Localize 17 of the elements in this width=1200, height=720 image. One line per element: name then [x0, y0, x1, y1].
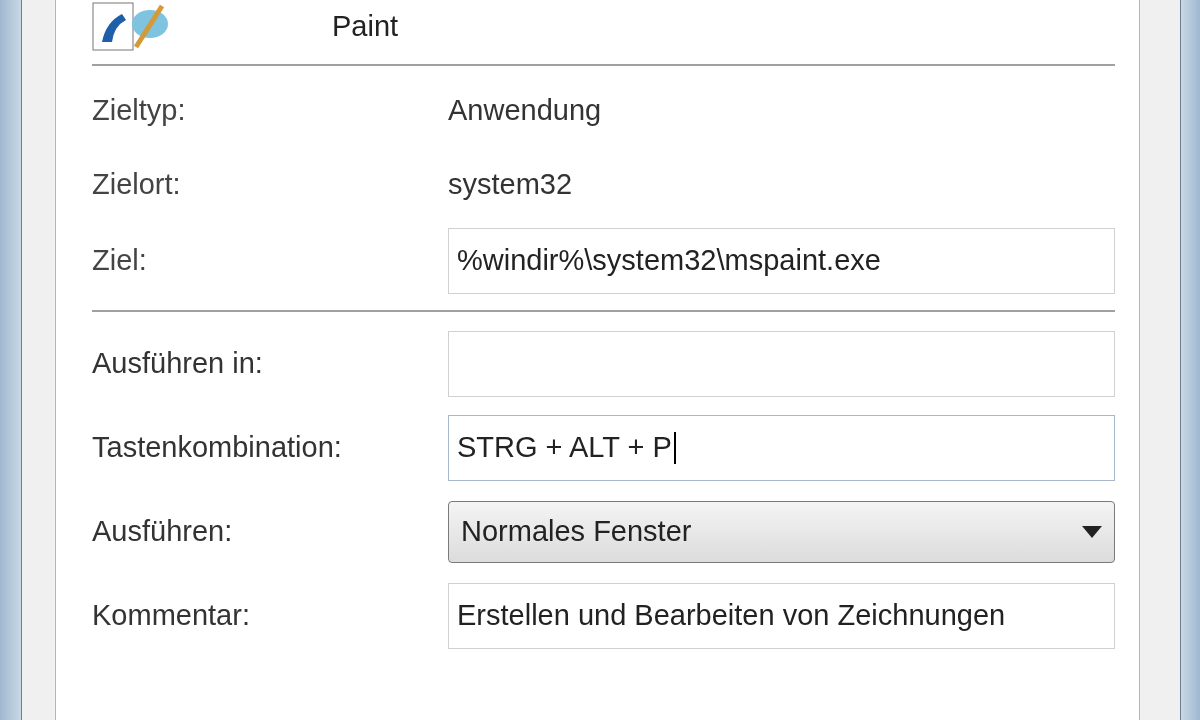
field-label: Ausführen in:	[92, 346, 264, 382]
field-value: Anwendung	[448, 93, 602, 129]
text-cursor	[673, 432, 676, 464]
input-field[interactable]	[448, 331, 1115, 397]
input-field[interactable]: %windir%\system32\mspaint.exe	[448, 228, 1115, 294]
input-field[interactable]: STRG + ALT + P	[448, 415, 1115, 481]
field-label: Kommentar:	[92, 598, 251, 634]
field-label: Zielort:	[92, 167, 182, 203]
field-label: Ziel:	[92, 243, 148, 279]
caret-icon	[1082, 526, 1102, 538]
field-label: Ausführen:	[92, 514, 234, 550]
input-field[interactable]: Erstellen und Bearbeiten von Zeichnungen	[448, 583, 1115, 649]
field-label: Tastenkombination:	[92, 430, 343, 466]
shortcut-name: Paint	[332, 8, 399, 44]
dropdown[interactable]: Normales Fenster	[448, 501, 1115, 563]
field-value: system32	[448, 167, 573, 203]
field-label: Zieltyp:	[92, 93, 187, 129]
